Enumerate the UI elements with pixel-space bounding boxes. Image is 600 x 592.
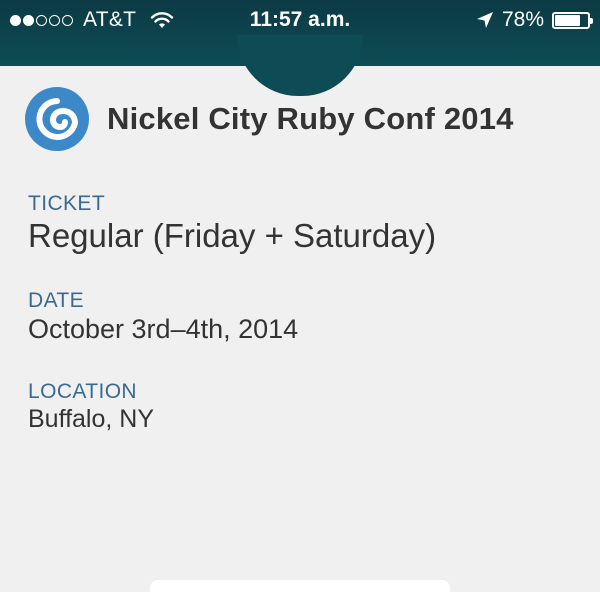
date-field: DATE October 3rd–4th, 2014 (28, 289, 298, 345)
date-value: October 3rd–4th, 2014 (28, 314, 299, 344)
location-value: Buffalo, NY (28, 405, 155, 433)
event-title: Nickel City Ruby Conf 2014 (107, 101, 514, 136)
location-label: LOCATION (28, 380, 137, 403)
ticket-label: TICKET (28, 192, 106, 215)
status-right: 78% (476, 8, 593, 32)
barcode-card[interactable] (150, 580, 450, 592)
battery-fill (555, 14, 580, 26)
battery-percent: 78% (501, 8, 544, 31)
battery-icon (552, 11, 593, 29)
pass-screen: AT&T 11:57 a.m. 78% Nickel City Ruby Con… (0, 0, 600, 592)
location-field: LOCATION Buffalo, NY (28, 380, 154, 434)
ticket-value: Regular (Friday + Saturday) (28, 217, 437, 254)
event-header: Nickel City Ruby Conf 2014 (25, 87, 514, 151)
location-arrow-icon (476, 12, 493, 28)
battery-tip (590, 17, 593, 24)
date-label: DATE (28, 289, 85, 312)
ticket-field: TICKET Regular (Friday + Saturday) (28, 192, 436, 255)
conference-logo-icon (25, 87, 89, 151)
